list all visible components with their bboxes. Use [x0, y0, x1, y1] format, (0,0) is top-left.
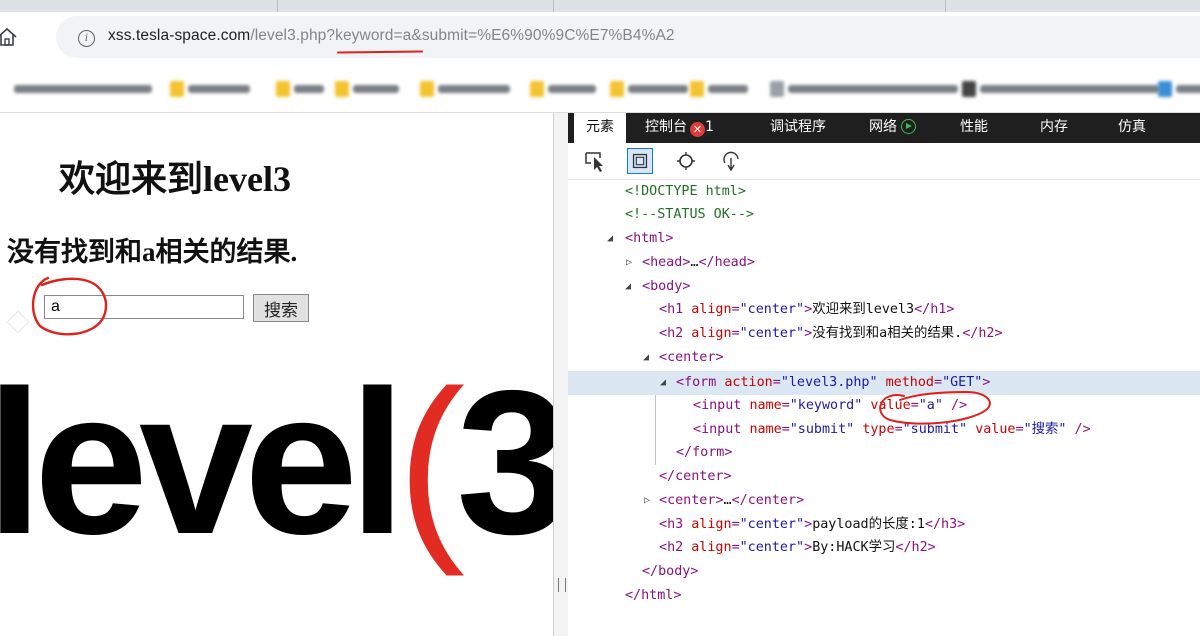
- tab-network-label: 网络: [869, 119, 897, 135]
- dom-input-submit[interactable]: <input name="submit" type="submit" value…: [693, 418, 1091, 442]
- record-play-icon: [901, 119, 916, 134]
- error-icon: ✕: [690, 122, 705, 137]
- dom-h1[interactable]: <h1 align="center">欢迎来到level3</h1>: [659, 298, 954, 322]
- tab-elements[interactable]: 元素: [574, 113, 626, 143]
- search-button[interactable]: 搜索: [253, 294, 309, 322]
- expand-arrow-icon[interactable]: ◢: [625, 275, 631, 299]
- collapse-arrow-icon[interactable]: ▷: [644, 489, 650, 513]
- home-icon[interactable]: [0, 26, 20, 48]
- bookmark-item[interactable]: [170, 80, 250, 98]
- bookmark-item[interactable]: [420, 80, 510, 98]
- highlight-box-icon[interactable]: [627, 148, 653, 174]
- splitter-grip-icon[interactable]: [558, 578, 566, 592]
- collapse-arrow-icon[interactable]: ▷: [626, 251, 632, 275]
- bookmark-item[interactable]: [610, 80, 688, 98]
- dom-doctype[interactable]: <!DOCTYPE html>: [625, 180, 746, 204]
- tab-debugger[interactable]: 调试程序: [770, 113, 826, 143]
- dom-form-close[interactable]: </form>: [676, 441, 732, 465]
- circle-icon[interactable]: [673, 148, 699, 174]
- dom-html-open[interactable]: <html>: [625, 227, 673, 251]
- level3-logo: level(3): [0, 360, 630, 565]
- url-text[interactable]: xss.tesla-space.com/level3.php?keyword=a…: [108, 27, 675, 45]
- expand-arrow-icon[interactable]: ◢: [643, 346, 649, 370]
- dom-comment[interactable]: <!--STATUS OK-->: [625, 203, 754, 227]
- dom-h2[interactable]: <h2 align="center">没有找到和a相关的结果.</h2>: [659, 322, 1003, 346]
- dom-body-open[interactable]: <body>: [642, 275, 690, 299]
- error-count: 1: [705, 119, 714, 135]
- dom-form-open[interactable]: <form action="level3.php" method="GET">: [676, 371, 990, 395]
- dom-h2-credit[interactable]: <h2 align="center">By:HACK学习</h2>: [659, 536, 936, 560]
- tree-guide-line: [655, 395, 656, 465]
- dom-body-close[interactable]: </body>: [642, 560, 698, 584]
- logo-paren-open: (: [396, 348, 465, 577]
- tab-performance[interactable]: 性能: [960, 113, 988, 143]
- bookmark-item[interactable]: [14, 80, 152, 98]
- bookmark-item[interactable]: [335, 80, 399, 98]
- info-icon[interactable]: i: [78, 30, 95, 47]
- dom-center-open[interactable]: <center>: [659, 346, 724, 370]
- page-title: 欢迎来到level3: [59, 159, 291, 199]
- expand-arrow-icon[interactable]: ◢: [660, 371, 666, 395]
- dom-input-keyword[interactable]: <input name="keyword" value="a" />: [693, 394, 967, 418]
- bookmark-item[interactable]: [530, 80, 596, 98]
- expand-arrow-icon[interactable]: ◢: [607, 227, 613, 251]
- dom-center-collapsed[interactable]: <center>…</center>: [659, 489, 804, 513]
- tab-console-label: 控制台: [645, 119, 687, 135]
- tab-memory[interactable]: 内存: [1040, 113, 1068, 143]
- logo-number: 3: [456, 348, 570, 577]
- tab-strip: [0, 0, 1200, 12]
- bookmark-item[interactable]: [962, 80, 1160, 98]
- panel-splitter[interactable]: [553, 113, 569, 636]
- touch-icon[interactable]: [718, 148, 744, 174]
- bookmark-item[interactable]: [690, 80, 748, 98]
- devtools-toolbar: [568, 143, 1200, 180]
- bookmark-item[interactable]: [770, 80, 958, 98]
- dom-h3[interactable]: <h3 align="center">payload的长度:1</h3>: [659, 513, 965, 537]
- tab-console[interactable]: 控制台 ✕ 1: [645, 113, 714, 143]
- url-path: /level3.php?keyword=a&submit=%E6%90%9C%E…: [250, 27, 675, 44]
- select-element-icon[interactable]: [583, 148, 609, 174]
- tab-network[interactable]: 网络: [869, 113, 916, 143]
- bookmark-item[interactable]: [1158, 80, 1200, 98]
- dom-center-close[interactable]: </center>: [659, 465, 732, 489]
- dom-head[interactable]: <head>…</head>: [642, 251, 755, 275]
- bookmark-item[interactable]: [276, 80, 324, 98]
- tab-emulation[interactable]: 仿真: [1118, 113, 1146, 143]
- result-heading: 没有找到和a相关的结果.: [7, 237, 298, 267]
- dom-html-close[interactable]: </html>: [625, 584, 681, 608]
- keyword-input[interactable]: [44, 295, 244, 319]
- url-host: xss.tesla-space.com: [108, 27, 251, 44]
- logo-word: level: [0, 348, 406, 577]
